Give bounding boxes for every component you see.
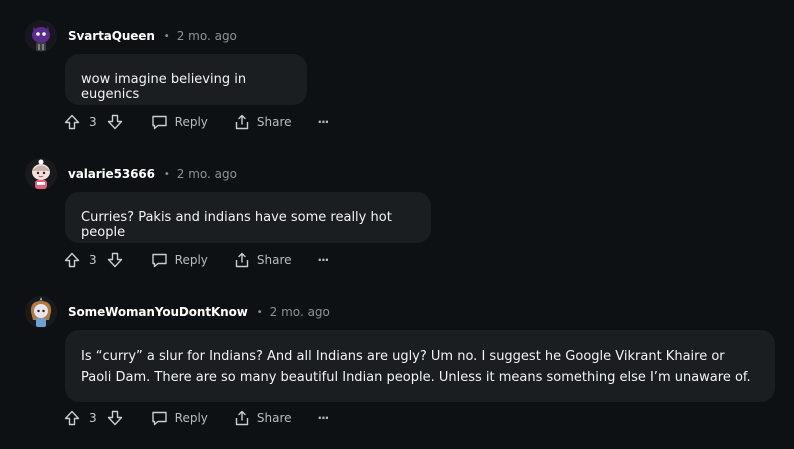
upvote-icon <box>64 252 80 268</box>
avatar-image <box>25 20 57 52</box>
upvote-button[interactable] <box>64 252 80 268</box>
timestamp[interactable]: 2 mo. ago <box>177 29 237 43</box>
comment-body: Curries? Pakis and indians have some rea… <box>65 192 431 243</box>
meta-separator: • <box>256 306 263 318</box>
comment-bubble-icon <box>151 411 167 426</box>
comment-meta: SvartaQueen • 2 mo. ago <box>68 26 237 46</box>
author-name[interactable]: valarie53666 <box>68 167 155 181</box>
author-name[interactable]: SomeWomanYouDontKnow <box>68 305 248 319</box>
reply-button[interactable]: Reply <box>151 410 208 426</box>
share-icon <box>235 114 249 130</box>
upvote-button[interactable] <box>64 114 80 130</box>
reply-button[interactable]: Reply <box>151 252 208 268</box>
share-icon <box>235 410 249 426</box>
share-label: Share <box>256 411 292 425</box>
upvote-icon <box>64 114 80 130</box>
downvote-button[interactable] <box>107 410 123 426</box>
share-button[interactable]: Share <box>234 114 292 130</box>
reply-label: Reply <box>174 115 208 129</box>
share-icon <box>235 252 249 268</box>
reply-label: Reply <box>174 411 208 425</box>
comment-actions: 3 Reply Share ··· <box>64 407 330 429</box>
share-label: Share <box>256 115 292 129</box>
more-options-icon: ··· <box>317 115 330 129</box>
downvote-icon <box>107 252 122 268</box>
comment-body: wow imagine believing in eugenics <box>65 54 307 105</box>
comment-bubble-icon <box>151 253 167 268</box>
comment-meta: SomeWomanYouDontKnow • 2 mo. ago <box>68 302 330 322</box>
comment-actions: 3 Reply Share ··· <box>64 111 330 133</box>
vote-count: 3 <box>89 115 97 129</box>
vote-count: 3 <box>89 411 97 425</box>
reply-button[interactable]: Reply <box>151 114 208 130</box>
avatar-image <box>25 296 57 328</box>
comment-text: wow imagine believing in eugenics <box>81 72 247 102</box>
upvote-button[interactable] <box>64 410 80 426</box>
comment-text: Is “curry” a slur for Indians? And all I… <box>81 349 751 385</box>
downvote-icon <box>107 114 122 130</box>
comment-actions: 3 Reply Share ··· <box>64 249 330 271</box>
timestamp[interactable]: 2 mo. ago <box>177 167 237 181</box>
share-label: Share <box>256 253 292 267</box>
downvote-icon <box>107 410 122 426</box>
avatar[interactable] <box>25 296 57 328</box>
reply-label: Reply <box>174 253 208 267</box>
author-name[interactable]: SvartaQueen <box>68 29 155 43</box>
comment-body: Is “curry” a slur for Indians? And all I… <box>65 330 775 402</box>
downvote-button[interactable] <box>107 114 123 130</box>
meta-separator: • <box>163 168 170 180</box>
share-button[interactable]: Share <box>234 410 292 426</box>
comment-bubble-icon <box>151 115 167 130</box>
more-options-button[interactable]: ··· <box>317 411 330 425</box>
comment-text: Curries? Pakis and indians have some rea… <box>81 210 392 240</box>
meta-separator: • <box>163 30 170 42</box>
share-button[interactable]: Share <box>234 252 292 268</box>
downvote-button[interactable] <box>107 252 123 268</box>
timestamp[interactable]: 2 mo. ago <box>270 305 330 319</box>
more-options-icon: ··· <box>317 253 330 267</box>
avatar-image <box>25 158 57 190</box>
avatar[interactable] <box>25 158 57 190</box>
comment-meta: valarie53666 • 2 mo. ago <box>68 164 237 184</box>
comment-thread: SvartaQueen • 2 mo. ago wow imagine beli… <box>0 0 794 449</box>
vote-count: 3 <box>89 253 97 267</box>
more-options-button[interactable]: ··· <box>317 115 330 129</box>
more-options-icon: ··· <box>317 411 330 425</box>
avatar[interactable] <box>25 20 57 52</box>
more-options-button[interactable]: ··· <box>317 253 330 267</box>
upvote-icon <box>64 410 80 426</box>
